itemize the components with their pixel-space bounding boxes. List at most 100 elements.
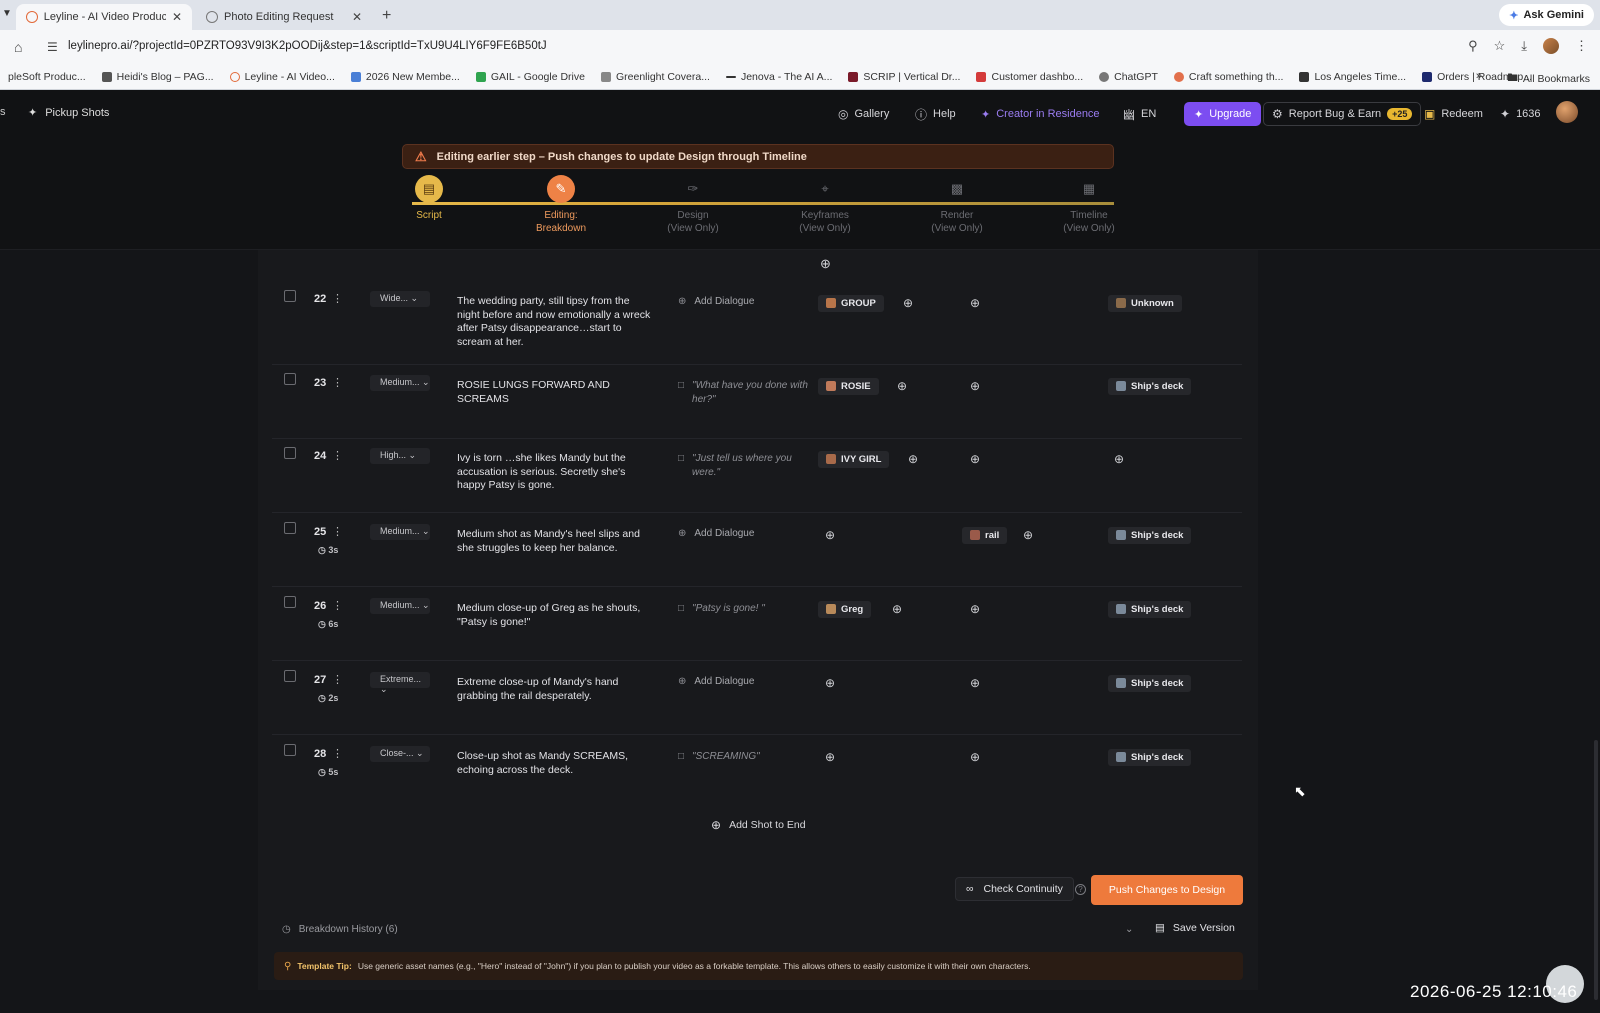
step-design[interactable]: ✑ Design (View Only): [638, 175, 748, 235]
row-checkbox[interactable]: [284, 596, 296, 608]
row-checkbox[interactable]: [284, 373, 296, 385]
push-changes-button[interactable]: Push Changes to Design: [1091, 875, 1243, 905]
more-bookmarks-icon[interactable]: »: [1476, 70, 1482, 82]
bookmark-item[interactable]: Greenlight Covera...: [593, 71, 718, 83]
bookmark-item[interactable]: GAIL - Google Drive: [468, 71, 593, 83]
redeem-button[interactable]: ▣ Redeem: [1424, 102, 1483, 126]
row-checkbox[interactable]: [284, 670, 296, 682]
add-prop-icon[interactable]: ⊕: [970, 750, 980, 764]
tab-list-chevron-icon[interactable]: ▼: [2, 8, 12, 19]
add-prop-icon[interactable]: ⊕: [970, 602, 980, 616]
add-location-icon[interactable]: ⊕: [1114, 452, 1124, 466]
location-chip[interactable]: Ship's deck: [1108, 675, 1192, 692]
add-shot-above-icon[interactable]: ⊕: [820, 256, 831, 272]
bookmark-item[interactable]: Heidi's Blog – PAG...: [94, 71, 222, 83]
row-checkbox[interactable]: [284, 522, 296, 534]
add-prop-icon[interactable]: ⊕: [970, 452, 980, 466]
bookmark-item[interactable]: Customer dashbo...: [968, 71, 1091, 83]
all-bookmarks-button[interactable]: 🖿 All Bookmarks: [1507, 70, 1590, 88]
add-character-icon[interactable]: ⊕: [897, 379, 907, 393]
tab-photo-editing[interactable]: Photo Editing Request ✕: [196, 4, 372, 30]
check-continuity-button[interactable]: ∞ Check Continuity: [955, 877, 1074, 901]
add-prop-icon[interactable]: ⊕: [970, 296, 980, 310]
profile-avatar[interactable]: [1543, 38, 1559, 54]
row-menu-icon[interactable]: ⋮: [332, 673, 343, 686]
ask-gemini-button[interactable]: ✦ Ask Gemini: [1499, 4, 1594, 26]
location-chip[interactable]: Ship's deck: [1108, 749, 1192, 766]
close-tab-icon[interactable]: ✕: [172, 10, 182, 24]
site-settings-icon[interactable]: ☰: [47, 40, 58, 54]
close-tab-icon[interactable]: ✕: [352, 10, 362, 24]
shot-type-select[interactable]: Wide... ⌄: [370, 291, 430, 307]
shot-type-select[interactable]: Medium... ⌄: [370, 375, 430, 391]
home-icon[interactable]: ⌂: [14, 39, 22, 55]
character-chip[interactable]: GROUP: [818, 295, 884, 312]
add-prop-icon[interactable]: ⊕: [1023, 528, 1033, 542]
shot-description[interactable]: Close-up shot as Mandy SCREAMS, echoing …: [457, 750, 652, 777]
add-dialogue-button[interactable]: ⊕ Add Dialogue: [678, 676, 754, 687]
shot-description[interactable]: Medium shot as Mandy's heel slips and sh…: [457, 528, 652, 555]
dialogue-field[interactable]: □ "Just tell us where you were.": [678, 452, 818, 479]
tab-leyline[interactable]: Leyline - AI Video Production ✕: [16, 4, 192, 30]
bookmark-item[interactable]: Leyline - AI Video...: [222, 71, 343, 83]
step-script[interactable]: ▤ Script: [374, 175, 484, 222]
add-character-icon[interactable]: ⊕: [903, 296, 913, 310]
gallery-link[interactable]: ◎ Gallery: [838, 102, 889, 126]
location-chip[interactable]: Ship's deck: [1108, 378, 1192, 395]
shot-description[interactable]: Medium close-up of Greg as he shouts, "P…: [457, 602, 652, 629]
row-menu-icon[interactable]: ⋮: [332, 449, 343, 462]
shot-description[interactable]: The wedding party, still tipsy from the …: [457, 295, 652, 349]
bookmark-item[interactable]: pleSoft Produc...: [0, 71, 94, 83]
shot-type-select[interactable]: High... ⌄: [370, 448, 430, 464]
shot-type-select[interactable]: Medium... ⌄: [370, 598, 430, 614]
bookmark-item[interactable]: Jenova - The AI A...: [718, 71, 840, 83]
dialogue-field[interactable]: □ "Patsy is gone! ": [678, 602, 818, 616]
add-character-icon[interactable]: ⊕: [825, 528, 835, 542]
user-avatar[interactable]: [1556, 101, 1578, 123]
row-menu-icon[interactable]: ⋮: [332, 747, 343, 760]
add-prop-icon[interactable]: ⊕: [970, 676, 980, 690]
row-checkbox[interactable]: [284, 447, 296, 459]
report-bug-button[interactable]: ⚙ Report Bug & Earn +25: [1263, 102, 1422, 126]
row-checkbox[interactable]: [284, 290, 296, 302]
bookmark-item[interactable]: SCRIP | Vertical Dr...: [840, 71, 968, 83]
row-checkbox[interactable]: [284, 744, 296, 756]
download-icon[interactable]: ⤓: [1521, 38, 1527, 54]
step-keyframes[interactable]: ⌖ Keyframes (View Only): [770, 175, 880, 235]
character-chip[interactable]: IVY GIRL: [818, 451, 890, 468]
browser-menu-icon[interactable]: ⋮: [1575, 38, 1588, 54]
shot-type-select[interactable]: Extreme... ⌄: [370, 672, 430, 694]
breakdown-history-toggle[interactable]: ◷ Breakdown History (6): [282, 924, 398, 935]
shot-type-select[interactable]: Medium... ⌄: [370, 524, 430, 540]
step-breakdown[interactable]: ✎ Editing: Breakdown: [506, 175, 616, 235]
url-field[interactable]: leylinepro.ai/?projectId=0PZRTO93V9I3K2p…: [68, 40, 547, 52]
save-version-button[interactable]: ▤ Save Version: [1155, 922, 1235, 934]
location-chip[interactable]: Ship's deck: [1108, 527, 1192, 544]
shot-description[interactable]: Extreme close-up of Mandy's hand grabbin…: [457, 676, 652, 703]
row-menu-icon[interactable]: ⋮: [332, 599, 343, 612]
character-chip[interactable]: Greg: [818, 601, 872, 618]
bookmark-star-icon[interactable]: ☆: [1494, 38, 1506, 54]
character-chip[interactable]: ROSIE: [818, 378, 879, 395]
add-dialogue-button[interactable]: ⊕ Add Dialogue: [678, 528, 754, 539]
chevron-down-icon[interactable]: ⌄: [1125, 924, 1133, 935]
add-dialogue-button[interactable]: ⊕ Add Dialogue: [678, 296, 754, 307]
help-link[interactable]: ⓘ Help: [915, 102, 956, 126]
creator-in-residence-link[interactable]: ✦ Creator in Residence: [981, 102, 1100, 126]
shot-description[interactable]: ROSIE LUNGS FORWARD AND SCREAMS: [457, 379, 652, 406]
add-character-icon[interactable]: ⊕: [892, 602, 902, 616]
location-chip[interactable]: Ship's deck: [1108, 601, 1192, 618]
prop-chip[interactable]: rail: [962, 527, 1008, 544]
upgrade-button[interactable]: ✦ Upgrade: [1184, 102, 1262, 126]
add-shot-to-end-button[interactable]: ⊕ Add Shot to End: [711, 818, 806, 832]
add-prop-icon[interactable]: ⊕: [970, 379, 980, 393]
shot-type-select[interactable]: Close-... ⌄: [370, 746, 430, 762]
new-tab-icon[interactable]: +: [382, 7, 391, 25]
bookmark-item[interactable]: ChatGPT: [1091, 71, 1166, 83]
dialogue-field[interactable]: □ "What have you done with her?": [678, 379, 818, 406]
step-timeline[interactable]: ▦ Timeline (View Only): [1034, 175, 1144, 235]
add-character-icon[interactable]: ⊕: [825, 676, 835, 690]
add-character-icon[interactable]: ⊕: [825, 750, 835, 764]
step-render[interactable]: ▩ Render (View Only): [902, 175, 1012, 235]
page-scrollbar[interactable]: [1594, 740, 1598, 1000]
